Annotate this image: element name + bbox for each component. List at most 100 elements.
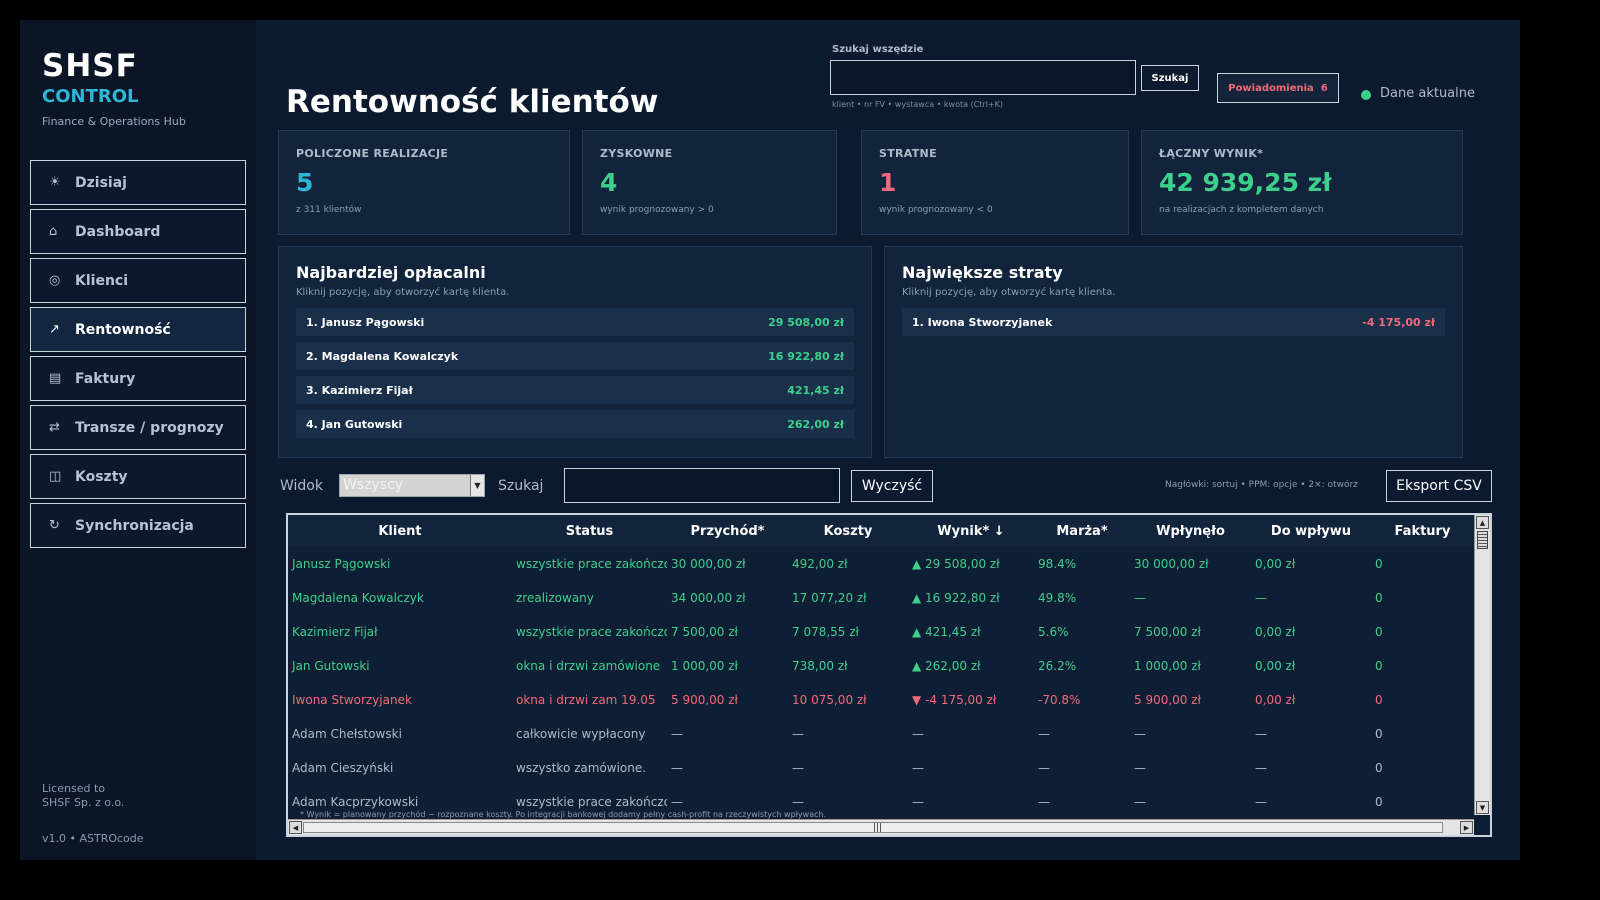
table-cell: — [1255, 761, 1267, 775]
sidebar-item-3[interactable]: ↗ Rentowność [30, 307, 246, 352]
clear-button[interactable]: Wyczyść [851, 470, 933, 502]
view-select[interactable]: Wszyscy ▼ [339, 474, 485, 497]
table-row[interactable]: Iwona Stworzyjanek okna i drzwi zam 19.05… [288, 683, 1474, 717]
table-cell: — [671, 795, 683, 809]
export-csv-button[interactable]: Eksport CSV [1386, 470, 1492, 502]
column-header[interactable]: Wpłynęło [1130, 515, 1251, 547]
table-cell: — [1255, 727, 1267, 741]
version-label: v1.0 • ASTROcode [42, 832, 144, 845]
kpi-label: ŁĄCZNY WYNIK* [1159, 147, 1264, 160]
table-footnote: * Wynik = planowany przychód − rozpoznan… [298, 810, 829, 819]
global-search-input[interactable] [830, 60, 1136, 95]
table-row[interactable]: Magdalena Kowalczyk zrealizowany 34 000,00… [288, 581, 1474, 615]
table-cell: 7 500,00 zł [671, 625, 738, 639]
column-header[interactable]: Status [512, 515, 667, 547]
client-name: 2. Magdalena Kowalczyk [306, 349, 459, 363]
column-header[interactable]: Wynik* ↓ [908, 515, 1034, 547]
profitability-table: Klient Status Przychód* Koszty Wynik* ↓ Marża… [286, 513, 1492, 837]
kpi-value: 5 [296, 168, 314, 197]
table-cell: 1 000,00 zł [671, 659, 738, 673]
chevron-down-icon[interactable]: ▼ [470, 475, 484, 496]
sidebar-item-label: Synchronizacja [75, 517, 194, 534]
panel-subtitle: Kliknij pozycję, aby otworzyć kartę klie… [902, 287, 1116, 298]
column-header[interactable]: Marża* [1034, 515, 1130, 547]
client-name: 4. Jan Gutowski [306, 417, 403, 431]
sidebar-item-label: Dashboard [75, 223, 161, 240]
global-search-button[interactable]: Szukaj [1141, 65, 1199, 91]
list-item[interactable]: 4. Jan Gutowski 262,00 zł [296, 410, 854, 438]
client-name: 1. Janusz Pągowski [306, 315, 425, 329]
page-title: Rentowność klientów [286, 84, 659, 120]
license-line: Licensed to [42, 782, 105, 795]
table-cell: — [1134, 795, 1146, 809]
list-item[interactable]: 1. Janusz Pągowski 29 508,00 zł [296, 308, 854, 336]
table-row[interactable]: Adam Cieszyński wszystko zamówione. — — — — — —… [288, 751, 1474, 785]
scroll-down-icon[interactable]: ▼ [1476, 801, 1489, 814]
kpi-card-profitable: ZYSKOWNE 4 wynik prognozowany > 0 [582, 130, 837, 235]
table-cell: Adam Chełstowski [292, 727, 402, 741]
table-cell: — [912, 727, 924, 741]
table-cell: 5 900,00 zł [1134, 693, 1201, 707]
table-row[interactable]: Janusz Pągowski wszystkie prace zakończon… [288, 547, 1474, 581]
table-cell: 5 900,00 zł [671, 693, 738, 707]
vertical-scrollbar[interactable]: ▲ ▼ [1474, 515, 1490, 815]
document-icon: ▤ [49, 371, 62, 386]
list-item[interactable]: 2. Magdalena Kowalczyk 16 922,80 zł [296, 342, 854, 370]
horizontal-scrollbar[interactable]: ◀ ▶ [288, 819, 1474, 835]
kpi-sub: z 311 klientów [296, 205, 362, 215]
table-cell: 34 000,00 zł [671, 591, 746, 605]
column-header[interactable]: Klient [288, 515, 512, 547]
column-header[interactable]: Przychód* [667, 515, 788, 547]
column-header[interactable]: Faktury [1371, 515, 1474, 547]
view-select-value: Wszyscy [343, 477, 404, 493]
sidebar-item-2[interactable]: ◎ Klienci [30, 258, 246, 303]
table-cell: — [1134, 761, 1146, 775]
table-cell: — [1038, 727, 1050, 741]
sidebar-item-0[interactable]: ☀ Dzisiaj [30, 160, 246, 205]
table-cell: Adam Kacprzykowski [292, 795, 419, 809]
scroll-thumb[interactable] [1477, 531, 1488, 549]
view-label: Widok [280, 478, 323, 494]
column-header[interactable]: Do wpływu [1251, 515, 1371, 547]
sidebar-item-1[interactable]: ⌂ Dashboard [30, 209, 246, 254]
table-row[interactable]: Adam Chełstowski całkowicie wypłacony — — — —… [288, 717, 1474, 751]
table-cell: 26.2% [1038, 659, 1077, 673]
sidebar-item-6[interactable]: ◫ Koszty [30, 454, 246, 499]
sidebar-item-7[interactable]: ↻ Synchronizacja [30, 503, 246, 548]
table-cell: 738,00 zł [792, 659, 848, 673]
list-item[interactable]: 1. Iwona Stworzyjanek -4 175,00 zł [902, 308, 1445, 336]
kpi-card-calculated: POLICZONE REALIZACJE 5 z 311 klientów [278, 130, 570, 235]
table-row[interactable]: Jan Gutowski okna i drzwi zamówione 1 000,… [288, 649, 1474, 683]
filter-search-input[interactable] [564, 468, 840, 503]
list-item[interactable]: 3. Kazimierz Fijał 421,45 zł [296, 376, 854, 404]
table-cell: Jan Gutowski [292, 659, 370, 673]
client-result: 29 508,00 zł [768, 315, 844, 329]
table-cell: 492,00 zł [792, 557, 848, 571]
wallet-icon: ◫ [49, 469, 62, 484]
notifications-button[interactable]: Powiadomienia 6 [1217, 73, 1339, 103]
transfer-icon: ⇄ [49, 420, 60, 435]
table-cell: 0 [1375, 557, 1383, 571]
table-cell: 98.4% [1038, 557, 1077, 571]
table-cell: 17 077,20 zł [792, 591, 867, 605]
table-cell: całkowicie wypłacony [516, 727, 646, 741]
scroll-thumb[interactable] [303, 822, 1443, 833]
trend-up-icon: ↗ [49, 322, 60, 337]
table-cell: — [792, 727, 804, 741]
table-row[interactable]: Kazimierz Fijał wszystkie prace zakończon… [288, 615, 1474, 649]
sidebar-item-4[interactable]: ▤ Faktury [30, 356, 246, 401]
table-cell: 0,00 zł [1255, 693, 1296, 707]
table-cell: 0,00 zł [1255, 557, 1296, 571]
table-cell: — [671, 761, 683, 775]
column-header[interactable]: Koszty [788, 515, 908, 547]
kpi-sub: na realizacjach z kompletem danych [1159, 205, 1324, 215]
brand-subtitle: CONTROL [42, 86, 139, 107]
scroll-right-icon[interactable]: ▶ [1460, 821, 1473, 834]
table-cell: ▲ 29 508,00 zł [912, 557, 1000, 571]
scroll-up-icon[interactable]: ▲ [1476, 516, 1489, 529]
table-cell: 1 000,00 zł [1134, 659, 1201, 673]
scroll-left-icon[interactable]: ◀ [289, 821, 302, 834]
sidebar-item-label: Faktury [75, 370, 136, 387]
table-cell: 0 [1375, 659, 1383, 673]
sidebar-item-5[interactable]: ⇄ Transze / prognozy [30, 405, 246, 450]
